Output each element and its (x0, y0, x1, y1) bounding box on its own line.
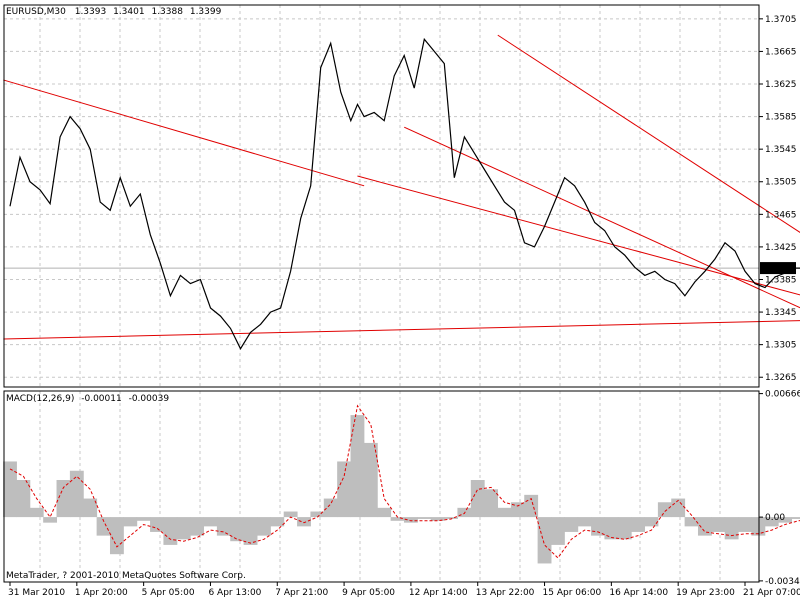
price-tick-label: 1.3345 (765, 308, 797, 318)
symbol-label: EURUSD,M30 (6, 7, 66, 17)
time-axis: 31 Mar 2010 1 Apr 20:00 5 Apr 05:00 6 Apr 1… (8, 582, 800, 598)
time-tick-label: 6 Apr 13:00 (208, 588, 261, 598)
macd-bar (484, 489, 499, 518)
macd-bar (69, 470, 84, 518)
copyright-label: MetaTrader, ? 2001-2010 MetaQuotes Softw… (6, 571, 246, 581)
price-tick-label: 1.3585 (765, 113, 797, 123)
macd-bar (270, 517, 285, 527)
time-tick-label: 31 Mar 2010 (8, 588, 65, 598)
macd-bar (176, 517, 191, 540)
time-tick-label: 9 Apr 05:00 (342, 588, 395, 598)
macd-bar (644, 517, 659, 527)
price-tick-label: 1.3305 (765, 341, 797, 351)
close-value: 1.3399 (190, 7, 222, 17)
macd-bar (470, 480, 485, 518)
macd-bar (671, 498, 686, 518)
open-value: 1.3393 (75, 7, 107, 17)
macd-bar (56, 480, 71, 518)
price-tick-label: 1.3665 (765, 47, 797, 57)
price-panel-frame (3, 4, 760, 388)
macd-bar (323, 498, 338, 518)
macd-bar (604, 517, 619, 540)
macd-signal-line (9, 404, 800, 559)
time-tick-label: 21 Apr 07:00 (743, 588, 800, 598)
macd-bar (283, 511, 298, 518)
time-tick-label: 15 Apr 06:00 (543, 588, 602, 598)
time-tick-label: 19 Apr 23:00 (676, 588, 735, 598)
chart-canvas: 1.3705 1.3665 1.3625 1.3585 1.3545 1.3505 1.34… (3, 4, 800, 598)
price-tick-label: 1.3705 (765, 15, 797, 25)
macd-tick-label: -0.00344 (765, 577, 800, 587)
price-tick-label: 1.3505 (765, 178, 797, 188)
macd-axis: 0.00666 0.00 -0.00344 (759, 390, 800, 587)
macd-bar (738, 517, 752, 532)
macd-bar (497, 507, 512, 518)
macd-bar (297, 517, 311, 527)
price-tick-label: 1.3625 (765, 80, 797, 90)
macd-title: MACD(12,26,9) (6, 394, 74, 404)
macd-bar (377, 507, 392, 518)
macd-bar (617, 517, 632, 540)
macd-bar (16, 480, 31, 518)
current-price-label: 1.3399 (763, 264, 795, 274)
macd-bar (163, 517, 178, 545)
macd-bar (337, 461, 352, 518)
trend-line (404, 126, 800, 309)
macd-bar (3, 461, 17, 518)
macd-bar (190, 517, 205, 536)
macd-bar (243, 517, 258, 545)
time-tick-label: 12 Apr 14:00 (409, 588, 468, 598)
price-tick-label: 1.3465 (765, 210, 797, 220)
chart-frames (3, 4, 760, 583)
time-tick-label: 1 Apr 20:00 (75, 588, 128, 598)
macd-main-value: -0.00011 (81, 394, 121, 404)
trend-line (357, 175, 800, 296)
macd-bar (230, 517, 245, 542)
time-tick-label: 5 Apr 05:00 (142, 588, 195, 598)
macd-bar (711, 517, 726, 532)
price-tick-label: 1.3545 (765, 145, 797, 155)
macd-header: MACD(12,26,9) -0.00011 -0.00039 (6, 394, 169, 404)
trend-line (497, 34, 800, 233)
macd-bar (564, 517, 579, 532)
macd-bar (591, 517, 605, 536)
grid (4, 5, 759, 582)
macd-tick-label: 0.00666 (765, 390, 800, 400)
macd-bar (29, 507, 44, 518)
macd-bar (631, 517, 646, 532)
price-tick-label: 1.3265 (765, 373, 797, 383)
macd-bar (203, 517, 218, 527)
macd-bar (43, 517, 58, 523)
high-value: 1.3401 (113, 7, 145, 17)
price-axis: 1.3705 1.3665 1.3625 1.3585 1.3545 1.3505 1.34… (759, 15, 797, 383)
macd-bar (417, 517, 432, 519)
macd-bar (430, 517, 445, 521)
trend-line (3, 79, 365, 187)
symbol-header: EURUSD,M30 1.3393 1.3401 1.3388 1.3399 (6, 7, 222, 17)
macd-bar (216, 517, 231, 536)
macd-tick-label: 0.00 (765, 513, 785, 523)
time-tick-label: 7 Apr 21:00 (275, 588, 328, 598)
macd-bar (791, 517, 800, 519)
macd-bar (550, 517, 565, 545)
price-tick-label: 1.3425 (765, 243, 797, 253)
macd-bar (363, 442, 378, 518)
macd-bar (123, 517, 138, 527)
time-tick-label: 16 Apr 14:00 (609, 588, 668, 598)
macd-bar (657, 502, 672, 518)
macd-bar (109, 517, 124, 555)
macd-bar (136, 517, 151, 521)
macd-bar (577, 517, 592, 527)
time-tick-label: 13 Apr 22:00 (476, 588, 535, 598)
low-value: 1.3388 (151, 7, 183, 17)
price-line (9, 37, 800, 350)
macd-bar (150, 517, 164, 532)
macd-bar (537, 517, 552, 564)
price-tick-label: 1.3385 (765, 275, 797, 285)
macd-bar (256, 517, 271, 536)
macd-signal-value: -0.00039 (129, 394, 170, 404)
price-series (9, 37, 800, 350)
